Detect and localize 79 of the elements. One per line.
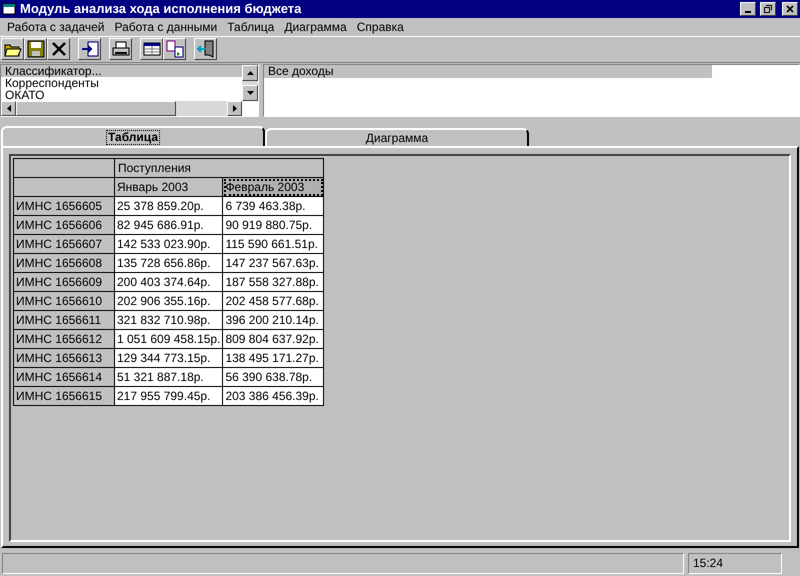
table-cell: 809 804 637.92р. [222, 330, 324, 349]
scroll-thumb[interactable] [16, 101, 176, 116]
menu-item[interactable]: Справка [352, 18, 409, 36]
toolbar-button[interactable] [163, 38, 186, 60]
table-cell: 82 945 686.91р. [114, 216, 223, 235]
import-icon [80, 40, 98, 58]
toolbar-button[interactable] [109, 38, 132, 60]
table-cell: 142 533 023.90р. [114, 234, 223, 254]
minimize-button[interactable] [740, 2, 756, 16]
list-item[interactable]: Корреспонденты [1, 76, 242, 89]
list-item[interactable]: ОКАТО [1, 88, 242, 101]
toolbar-button[interactable] [24, 38, 47, 60]
toolbar-button[interactable] [194, 38, 217, 60]
row-header: ИМНС 1656607 [14, 234, 114, 254]
status-time: 15:24 [688, 552, 782, 574]
menu-item[interactable]: Работа с данными [109, 18, 222, 36]
down-arrow-icon [246, 91, 254, 96]
table-cell: 135 728 656.86р. [114, 254, 223, 273]
menu-item[interactable]: Работа с задачей [2, 18, 110, 36]
table-icon [142, 40, 160, 58]
table-cell: 321 832 710.98р. [114, 310, 223, 330]
left-arrow-icon [6, 105, 10, 112]
toolbar-button[interactable] [47, 38, 70, 60]
delete-icon [50, 40, 68, 58]
table-cell: 187 558 327.88р. [222, 272, 324, 292]
table-cell: 129 344 773.15р. [114, 348, 223, 368]
restore-icon [764, 5, 772, 13]
close-button[interactable] [782, 2, 798, 16]
column-header[interactable]: Январь 2003 [114, 178, 223, 197]
up-arrow-icon [246, 70, 254, 75]
swap-icon [166, 40, 184, 58]
row-header: ИМНС 1656611 [14, 310, 114, 330]
row-header: ИМНС 1656609 [14, 272, 114, 292]
table-cell: 200 403 374.64р. [114, 272, 223, 292]
table-cell: 202 458 577.68р. [222, 292, 324, 311]
toolbar-button[interactable] [140, 38, 163, 60]
exit-door-icon [196, 40, 214, 58]
scroll-up-button[interactable] [242, 64, 258, 81]
group-header-cell: Поступления [114, 158, 324, 178]
row-header: ИМНС 1656605 [14, 196, 114, 216]
table-cell: 396 200 210.14р. [222, 310, 324, 330]
right-arrow-icon [232, 105, 236, 112]
toolbar-button[interactable] [78, 38, 101, 60]
scroll-right-button[interactable] [227, 101, 242, 116]
save-icon [26, 40, 44, 58]
row-header: ИМНС 1656608 [14, 254, 114, 273]
row-header: ИМНС 1656610 [14, 292, 114, 311]
row-header: ИМНС 1656614 [14, 368, 114, 387]
column-header[interactable]: Февраль 2003 [222, 178, 324, 197]
menu-item[interactable]: Диаграмма [279, 18, 352, 36]
window-title: Модуль анализа хода исполнения бюджета [20, 0, 302, 18]
table-cell: 56 390 638.78р. [222, 368, 324, 387]
menu-item[interactable]: Таблица [222, 18, 280, 36]
table-cell: 51 321 887.18р. [114, 368, 223, 387]
table-cell: 147 237 567.63р. [222, 254, 324, 273]
row-header: ИМНС 1656613 [14, 348, 114, 368]
restore-button[interactable] [760, 2, 776, 16]
table-cell: 115 590 661.51р. [222, 234, 324, 254]
row-header: ИМНС 1656606 [14, 216, 114, 235]
row-header: ИМНС 1656615 [14, 386, 114, 406]
toolbar-button[interactable] [1, 38, 24, 60]
table-cell: 202 906 355.16р. [114, 292, 223, 311]
table-cell: 25 378 859.20р. [114, 196, 223, 216]
tab[interactable]: Диаграмма [265, 128, 529, 146]
row-header: ИМНС 1656612 [14, 330, 114, 349]
scroll-left-button[interactable] [1, 101, 16, 116]
table-cell: 217 955 799.45р. [114, 386, 223, 406]
list-item[interactable]: Классификатор... [1, 64, 242, 77]
printer-icon [112, 40, 130, 58]
close-icon [786, 5, 794, 13]
table-cell: 203 386 456.39р. [222, 386, 324, 406]
app-icon [2, 2, 16, 16]
tab[interactable]: Таблица [1, 126, 265, 146]
table-cell: 90 919 880.75р. [222, 216, 324, 235]
list-item[interactable]: Все доходы [264, 64, 712, 78]
scroll-down-button[interactable] [242, 85, 258, 102]
table-cell: 138 495 171.27р. [222, 348, 324, 368]
table-cell: 6 739 463.38р. [222, 196, 324, 216]
table-cell: 1 051 609 458.15р. [114, 330, 223, 349]
